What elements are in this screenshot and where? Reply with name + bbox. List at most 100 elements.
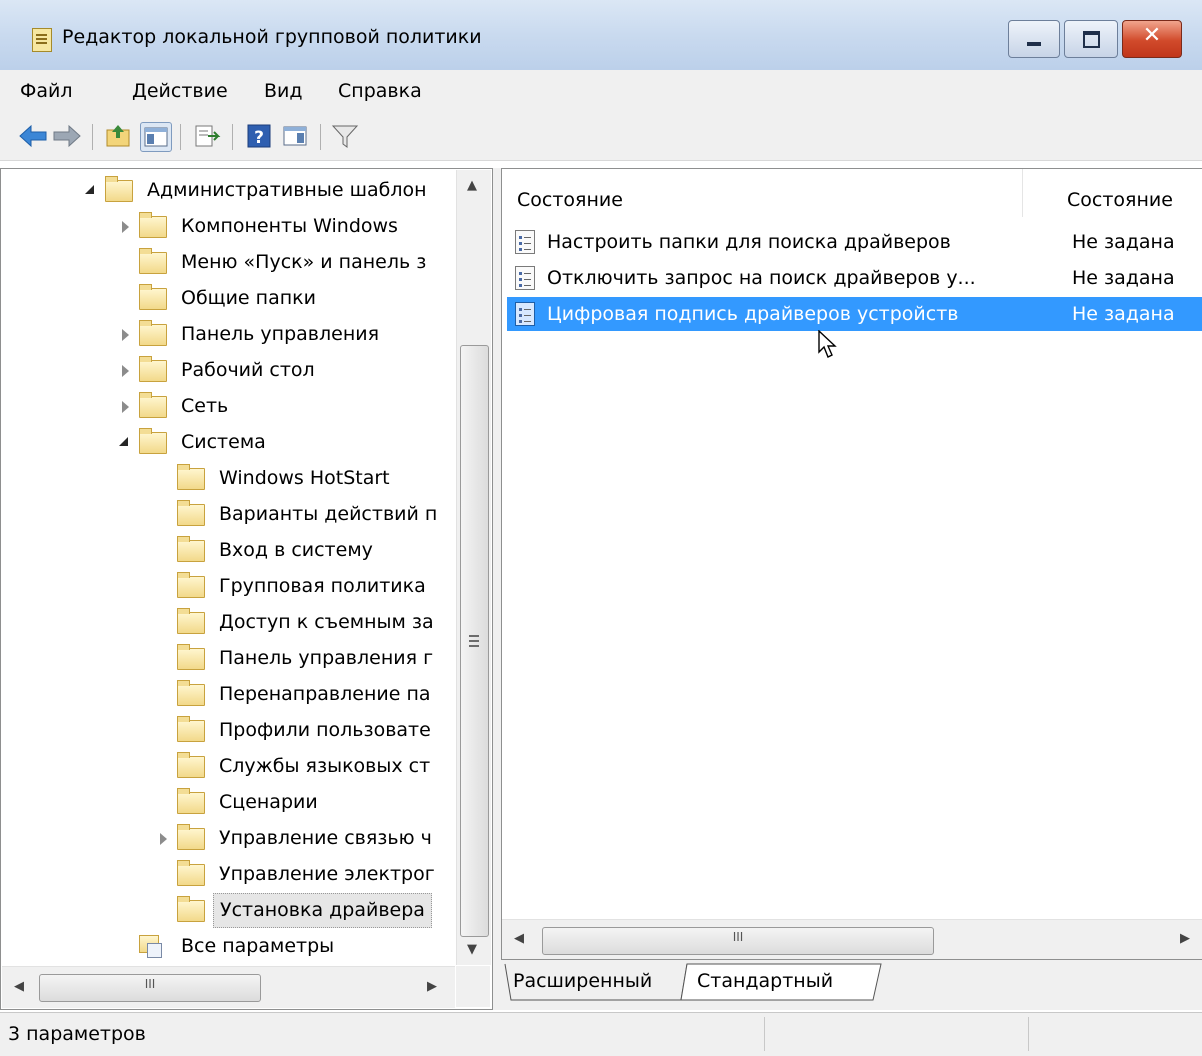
tree-item-label: Компоненты Windows	[181, 215, 398, 237]
tree-vertical-scrollbar[interactable]: ▲ ▼	[456, 170, 491, 965]
tree-item[interactable]: Управление электрог	[157, 857, 451, 892]
folder-icon	[139, 356, 167, 382]
list-hscroll-thumb[interactable]: III	[542, 927, 934, 955]
expand-arrow-icon[interactable]	[119, 437, 128, 446]
collapse-arrow-icon[interactable]	[122, 401, 129, 413]
all-settings-icon	[139, 935, 163, 958]
collapse-arrow-icon[interactable]	[122, 329, 129, 341]
tree-item[interactable]: Административные шаблон	[85, 173, 451, 208]
tree-item[interactable]: Профили пользовате	[157, 713, 451, 748]
toolbar: ?	[0, 112, 1202, 161]
menu-view[interactable]: Вид	[264, 80, 303, 102]
tree-item-label: Рабочий стол	[181, 359, 315, 381]
folder-icon	[177, 788, 205, 814]
policy-setting-icon	[515, 230, 535, 254]
tree-item[interactable]: Сеть	[119, 389, 451, 424]
status-divider	[764, 1017, 765, 1051]
tree-item[interactable]: Меню «Пуск» и панель з	[119, 245, 451, 280]
tree-item[interactable]: Службы языковых ст	[157, 749, 451, 784]
column-header-state[interactable]: Состояние	[1067, 183, 1173, 217]
policy-row[interactable]: Цифровая подпись драйверов устройств Не з…	[507, 297, 1202, 331]
tree-item[interactable]: Панель управления г	[157, 641, 451, 676]
policy-setting-icon	[515, 266, 535, 290]
filter-icon[interactable]	[330, 122, 360, 150]
help-icon[interactable]: ?	[244, 122, 274, 150]
tree-item[interactable]: Перенаправление па	[157, 677, 451, 712]
column-header-name[interactable]: Состояние	[517, 183, 623, 217]
tree-item[interactable]: Сценарии	[157, 785, 451, 820]
tree-item[interactable]: Управление связью ч	[157, 821, 451, 856]
close-icon: ✕	[1142, 23, 1162, 48]
export-list-icon[interactable]	[192, 122, 222, 150]
forward-arrow-icon[interactable]	[52, 122, 82, 150]
scroll-left-arrow-icon[interactable]: ◀	[514, 931, 524, 946]
tree-item[interactable]: Компоненты Windows	[119, 209, 451, 244]
tree-item-label: Групповая политика	[219, 575, 426, 597]
show-action-pane-icon[interactable]	[280, 122, 310, 150]
maximize-button[interactable]	[1064, 20, 1118, 58]
tree-scroll-thumb[interactable]	[460, 345, 489, 937]
show-hide-tree-icon[interactable]	[140, 122, 172, 152]
scroll-down-arrow-icon[interactable]: ▼	[467, 942, 477, 957]
scroll-up-arrow-icon[interactable]: ▲	[467, 178, 477, 193]
close-button[interactable]: ✕	[1122, 20, 1182, 58]
policy-state: Не задана	[1072, 267, 1175, 289]
tree-item-label: Панель управления г	[219, 647, 434, 669]
tree-item-label: Службы языковых ст	[219, 755, 431, 777]
tree-item-label: Варианты действий п	[219, 503, 438, 525]
folder-icon	[177, 824, 205, 850]
scroll-right-arrow-icon[interactable]: ▶	[427, 979, 437, 994]
scroll-left-arrow-icon[interactable]: ◀	[14, 979, 24, 994]
policy-row[interactable]: Настроить папки для поиска драйверов Не з…	[507, 225, 1202, 259]
collapse-arrow-icon[interactable]	[122, 365, 129, 377]
tree-item-label: Управление электрог	[219, 863, 435, 885]
up-folder-icon[interactable]	[104, 122, 134, 150]
policy-row[interactable]: Отключить запрос на поиск драйверов у...…	[507, 261, 1202, 295]
folder-icon	[177, 716, 205, 742]
tree-item[interactable]: Доступ к съемным за	[157, 605, 451, 640]
expand-arrow-icon[interactable]	[85, 185, 94, 194]
folder-icon	[177, 680, 205, 706]
menu-help[interactable]: Справка	[338, 80, 422, 102]
hscroll-grip: III	[732, 930, 744, 944]
tree-item[interactable]: Варианты действий п	[157, 497, 451, 532]
collapse-arrow-icon[interactable]	[160, 833, 167, 845]
tree-item[interactable]: Установка драйвера	[157, 893, 451, 928]
scroll-right-arrow-icon[interactable]: ▶	[1180, 931, 1190, 946]
tree-item-label: Windows HotStart	[219, 467, 390, 489]
tab-extended[interactable]: Расширенный	[513, 964, 652, 998]
hscroll-grip: III	[144, 977, 156, 991]
menu-file[interactable]: Файл	[20, 80, 73, 102]
column-divider[interactable]	[1022, 169, 1023, 217]
tree-item[interactable]: Система	[119, 425, 451, 460]
status-divider	[1028, 1017, 1029, 1051]
tree-item[interactable]: Групповая политика	[157, 569, 451, 604]
tree-item-label: Сеть	[181, 395, 229, 417]
collapse-arrow-icon[interactable]	[122, 221, 129, 233]
folder-icon	[105, 176, 133, 202]
tree-item[interactable]: Вход в систему	[157, 533, 451, 568]
toolbar-separator	[320, 124, 321, 150]
gpedit-app-icon	[32, 28, 52, 52]
list-horizontal-scrollbar[interactable]: ◀ III ▶	[502, 919, 1202, 959]
tree-hscroll-thumb[interactable]: III	[39, 974, 261, 1002]
folder-icon	[177, 500, 205, 526]
minimize-button[interactable]	[1008, 20, 1060, 58]
pane-splitter[interactable]	[493, 168, 501, 1010]
grip-line	[469, 640, 479, 642]
tree-item[interactable]: Все параметры	[119, 929, 451, 964]
minimize-icon	[1027, 42, 1041, 46]
tree-item[interactable]: Панель управления	[119, 317, 451, 352]
toolbar-separator	[180, 124, 181, 150]
tab-standard[interactable]: Стандартный	[697, 964, 833, 998]
toolbar-separator	[92, 124, 93, 150]
tree-item[interactable]: Windows HotStart	[157, 461, 451, 496]
policy-state: Не задана	[1072, 303, 1175, 325]
tree-item-label: Система	[181, 431, 266, 453]
policy-name: Настроить папки для поиска драйверов	[547, 231, 951, 253]
menu-action[interactable]: Действие	[132, 80, 228, 102]
tree-item[interactable]: Общие папки	[119, 281, 451, 316]
tree-item[interactable]: Рабочий стол	[119, 353, 451, 388]
back-arrow-icon[interactable]	[18, 122, 48, 150]
tree-horizontal-scrollbar[interactable]: ◀ III ▶	[2, 966, 455, 1008]
